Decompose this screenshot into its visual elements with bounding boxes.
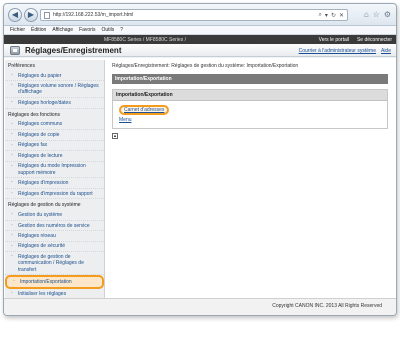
menu-file[interactable]: Fichier [10, 27, 25, 33]
sidebar-item-import-export[interactable]: Importation/Exportation [5, 275, 104, 289]
sidebar-section-management: Réglages de gestion du système [8, 202, 81, 209]
sidebar-item-printer[interactable]: Réglages d'impression [5, 178, 104, 189]
portal-link[interactable]: Vers le portail [319, 37, 349, 43]
menu-tools[interactable]: Outils [101, 27, 114, 33]
home-icon[interactable]: ⌂ [364, 10, 369, 20]
forward-button[interactable]: ▶ [24, 8, 38, 22]
sidebar-item-copy[interactable]: Réglages de copie [5, 130, 104, 141]
refresh-icon[interactable]: ↻ [331, 12, 336, 19]
favorites-icon[interactable]: ☆ [373, 10, 380, 20]
page-icon [44, 11, 50, 19]
dropdown-icon[interactable]: ▾ [325, 12, 328, 19]
address-book-link[interactable]: Carnet d'adresses [119, 105, 170, 115]
sidebar-item-memory-print[interactable]: Réglages du mode Impression support mémo… [5, 162, 104, 179]
browser-window: ◀ ▶ http://192.168.222.53/m_import.html … [3, 3, 397, 316]
sidebar-item-report-print[interactable]: Réglages d'impression du rapport [5, 189, 104, 200]
page-title: Réglages/Enregistrement [25, 45, 122, 55]
sidebar-item-department-id[interactable]: Gestion des numéros de service [5, 221, 104, 232]
sidebar-section-functions: Réglages des fonctions [8, 111, 60, 118]
mail-admin-link[interactable]: Courrier à l'administrateur système [299, 48, 376, 54]
copyright: Copyright CANON INC. 2013 All Rights Res… [272, 303, 382, 309]
browser-right-icons: ⌂ ☆ ⚙ [364, 10, 391, 20]
search-icon[interactable]: ⌕ [319, 12, 322, 19]
menu-favorites[interactable]: Favoris [79, 27, 95, 33]
address-bar[interactable]: http://192.168.222.53/m_import.html ⌕ ▾ … [40, 9, 348, 21]
breadcrumb: Réglages/Enregistrement: Réglages de ges… [112, 63, 299, 69]
address-bar-icons: ⌕ ▾ ↻ ✕ [319, 12, 344, 19]
browser-toolbar: ◀ ▶ http://192.168.222.53/m_import.html … [4, 4, 396, 26]
content-area: Préférences Réglages du papier Réglages … [4, 58, 396, 300]
logout-link[interactable]: Se déconnecter [357, 37, 392, 43]
header-links: Vers le portail Se déconnecter [319, 37, 392, 43]
app-header: MF8580C Series / MF8580C Series / Vers l… [4, 35, 396, 44]
sidebar-item-scan[interactable]: Réglages de lecture [5, 151, 104, 162]
sidebar-section-preferences: Préférences [8, 63, 35, 69]
footer: Copyright CANON INC. 2013 All Rights Res… [4, 298, 396, 315]
import-export-panel: Importation/Exportation Carnet d'adresse… [112, 89, 388, 129]
menu-bar: Fichier Édition Affichage Favoris Outils… [4, 26, 396, 35]
sidebar-item-network[interactable]: Réglages réseau [5, 231, 104, 242]
panel-body: Carnet d'adresses Menu [113, 101, 387, 128]
sidebar: Préférences Réglages du papier Réglages … [5, 60, 105, 300]
stop-icon[interactable]: ✕ [339, 12, 344, 19]
sidebar-item-common[interactable]: Réglages communs [5, 120, 104, 131]
sidebar-item-fax[interactable]: Réglages fax [5, 141, 104, 152]
forward-arrow-icon: ▶ [27, 10, 35, 19]
title-links: Courrier à l'administrateur système Aide [299, 48, 391, 54]
sidebar-item-system-management[interactable]: Gestion du système [5, 210, 104, 221]
section-title: Importation/Exportation [112, 74, 388, 84]
sidebar-item-timer-date[interactable]: Réglages horloge/dates [5, 98, 104, 109]
device-model: MF8580C Series / MF8580C Series / [104, 36, 186, 43]
address-url[interactable]: http://192.168.222.53/m_import.html [53, 12, 319, 18]
back-to-top-icon[interactable]: ▲ [112, 133, 118, 139]
page-title-bar: Réglages/Enregistrement Courrier à l'adm… [4, 44, 396, 57]
main-panel: Réglages/Enregistrement: Réglages de ges… [112, 60, 388, 139]
menu-edit[interactable]: Édition [31, 27, 46, 33]
settings-icon[interactable]: ⚙ [384, 10, 391, 20]
help-link[interactable]: Aide [381, 48, 391, 54]
sidebar-item-communication[interactable]: Réglages de gestion de communication / R… [5, 252, 104, 276]
sidebar-item-paper-settings[interactable]: Réglages du papier [5, 71, 104, 82]
menu-link[interactable]: Menu [119, 117, 132, 123]
menu-help[interactable]: ? [120, 27, 123, 33]
panel-title: Importation/Exportation [113, 90, 387, 101]
sidebar-item-security[interactable]: Réglages de sécurité [5, 242, 104, 253]
back-button[interactable]: ◀ [8, 8, 22, 22]
menu-view[interactable]: Affichage [52, 27, 73, 33]
back-arrow-icon: ◀ [11, 10, 19, 19]
settings-page-icon [10, 45, 20, 55]
sidebar-item-volume-display[interactable]: Réglages volume sonore / Réglages d'affi… [5, 81, 104, 99]
